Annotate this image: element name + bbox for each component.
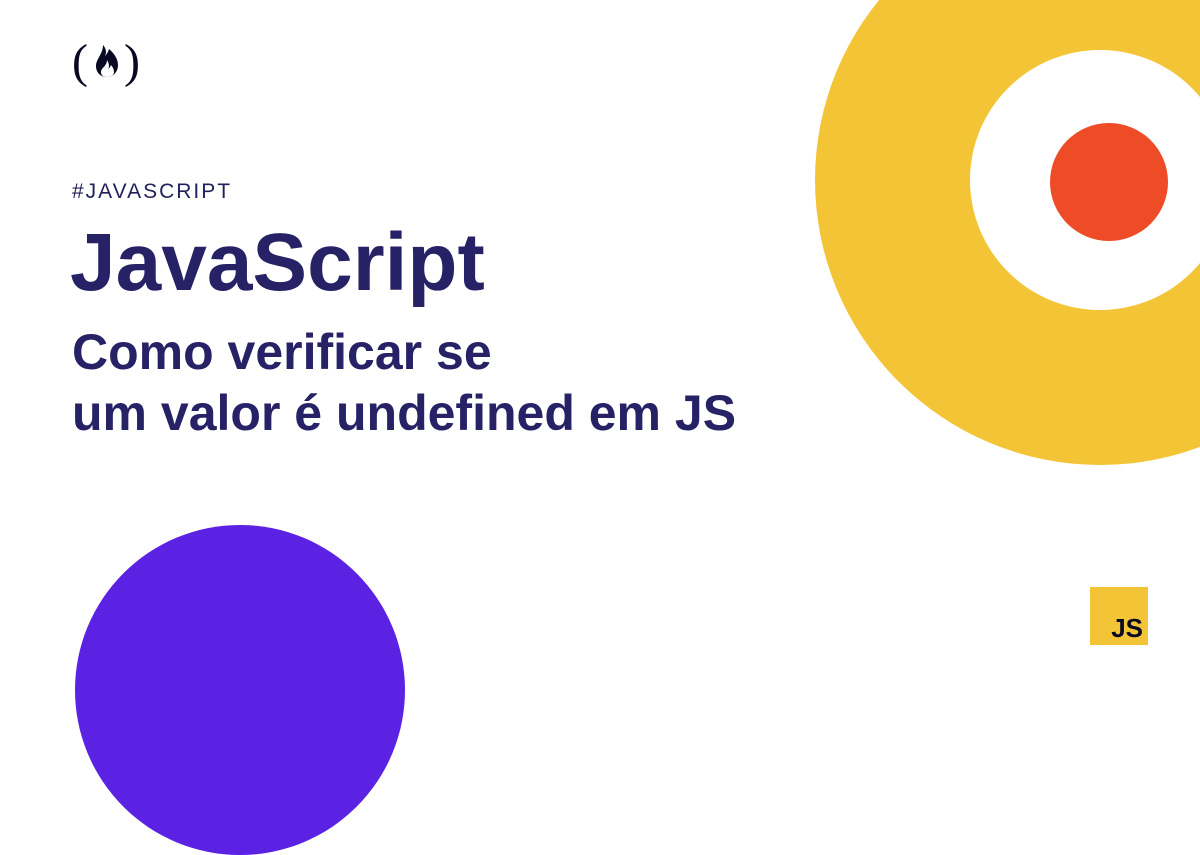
category-tag: #JAVASCRIPT — [72, 180, 232, 204]
javascript-badge: JS — [1090, 587, 1148, 645]
purple-circle — [75, 525, 405, 855]
logo-left-paren: ( — [72, 34, 90, 89]
logo-right-paren: ) — [124, 34, 142, 89]
js-badge-label: JS — [1111, 615, 1143, 641]
flame-icon — [94, 45, 120, 82]
page-title: JavaScript — [70, 222, 485, 304]
bullseye-white-ring — [970, 50, 1200, 310]
bullseye-red-dot — [1050, 123, 1168, 241]
subtitle-line-2: um valor é undefined em JS — [72, 385, 736, 441]
freecodecamp-logo: ( ) — [72, 34, 142, 89]
bullseye-yellow-ring — [815, 0, 1200, 465]
subtitle-line-1: Como verificar se — [72, 324, 492, 380]
page-subtitle: Como verificar se um valor é undefined e… — [72, 322, 736, 444]
